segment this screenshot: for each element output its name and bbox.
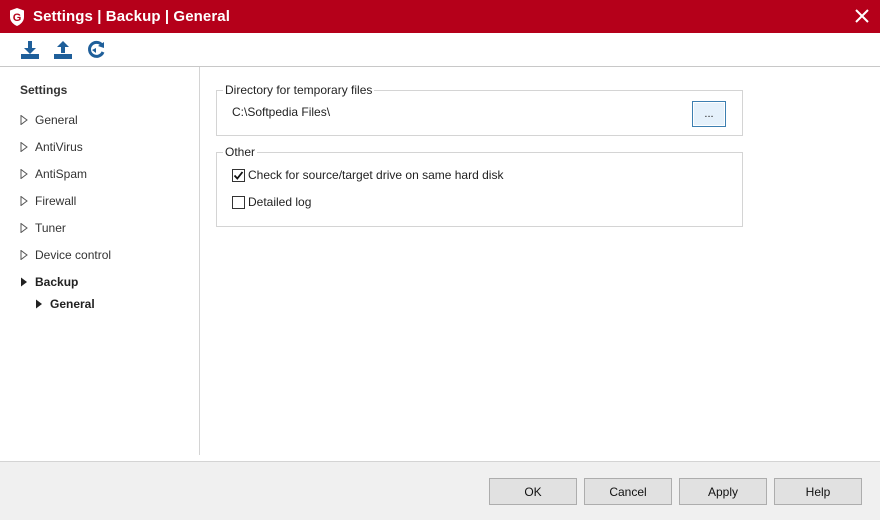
import-icon <box>21 41 39 59</box>
help-button[interactable]: Help <box>774 478 862 505</box>
toolbar <box>0 33 880 67</box>
checkmark-icon <box>233 170 244 180</box>
chevron-right-filled-icon <box>36 299 42 309</box>
sidebar-item-label: General <box>50 297 95 311</box>
browse-button[interactable]: ... <box>692 101 726 127</box>
chevron-right-icon <box>20 169 28 179</box>
sidebar-item-firewall[interactable]: Firewall <box>20 191 76 211</box>
chevron-right-icon <box>20 115 28 125</box>
other-options-group: Other <box>216 145 743 227</box>
sidebar-item-general[interactable]: General <box>20 110 78 130</box>
sidebar-subitem-general[interactable]: General <box>35 294 95 314</box>
window-title: Settings | Backup | General <box>33 8 230 25</box>
sidebar-item-label: AntiVirus <box>35 140 83 154</box>
cancel-button[interactable]: Cancel <box>584 478 672 505</box>
sidebar-item-backup[interactable]: Backup <box>20 272 78 292</box>
dialog-footer: OK Cancel Apply Help <box>0 461 880 520</box>
sidebar-item-device-control[interactable]: Device control <box>20 245 111 265</box>
sidebar-item-label: Device control <box>35 248 112 262</box>
same-disk-checkbox[interactable] <box>232 168 245 182</box>
group-label: Other <box>223 145 258 159</box>
sidebar-item-label: Firewall <box>35 194 77 208</box>
sidebar-item-label: Tuner <box>35 221 66 235</box>
svg-text:G: G <box>13 12 22 24</box>
reset-defaults-button[interactable] <box>84 38 108 62</box>
detailed-log-option[interactable]: Detailed log <box>232 194 311 210</box>
export-button[interactable] <box>51 38 75 62</box>
sidebar-item-tuner[interactable]: Tuner <box>20 218 66 238</box>
temp-directory-path: C:\Softpedia Files\ <box>232 105 331 119</box>
sidebar-item-label: General <box>35 113 78 127</box>
sidebar-item-antispam[interactable]: AntiSpam <box>20 164 87 184</box>
chevron-right-icon <box>20 250 28 260</box>
sidebar-item-label: Backup <box>35 275 79 289</box>
group-label: Directory for temporary files <box>223 83 375 97</box>
settings-sidebar: Settings General AntiVirus AntiSpam Fire… <box>0 67 200 455</box>
sidebar-item-label: AntiSpam <box>35 167 88 181</box>
chevron-right-icon <box>20 196 28 206</box>
reset-defaults-icon <box>88 40 105 58</box>
title-bar: G Settings | Backup | General <box>0 0 880 33</box>
close-icon <box>855 9 869 23</box>
chevron-right-icon <box>20 142 28 152</box>
detailed-log-checkbox[interactable] <box>232 195 245 209</box>
sidebar-item-antivirus[interactable]: AntiVirus <box>20 137 83 157</box>
close-button[interactable] <box>850 4 874 28</box>
same-disk-check-label: Check for source/target drive on same ha… <box>248 168 504 182</box>
import-button[interactable] <box>18 38 42 62</box>
chevron-right-icon <box>20 223 28 233</box>
chevron-right-filled-icon <box>21 277 27 287</box>
export-icon <box>54 41 72 59</box>
detailed-log-label: Detailed log <box>248 195 312 209</box>
sidebar-heading: Settings <box>20 83 68 97</box>
gdata-logo-icon: G <box>7 7 27 27</box>
apply-button[interactable]: Apply <box>679 478 767 505</box>
browse-button-label: ... <box>704 108 714 120</box>
ok-button[interactable]: OK <box>489 478 577 505</box>
same-disk-check-option[interactable]: Check for source/target drive on same ha… <box>232 167 503 183</box>
